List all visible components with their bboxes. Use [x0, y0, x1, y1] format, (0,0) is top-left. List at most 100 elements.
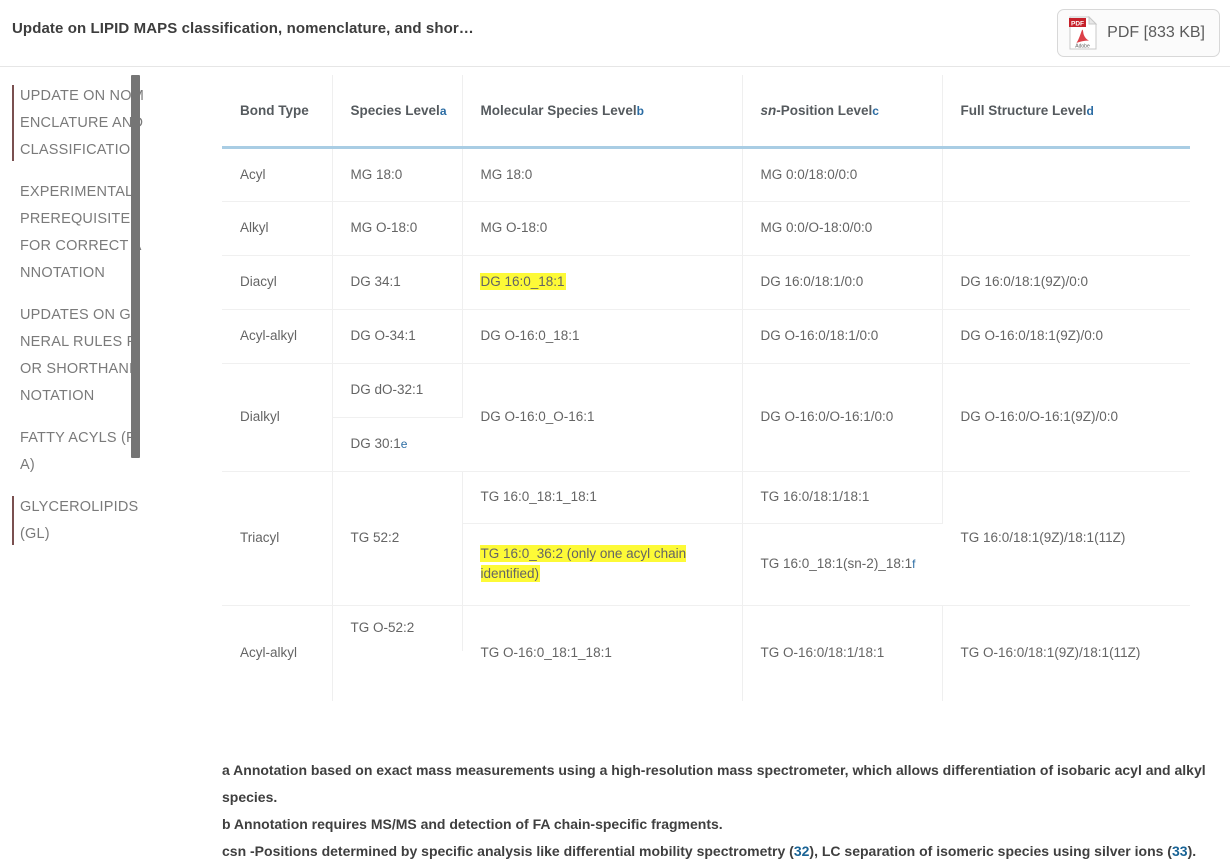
- col-header-bond-type: Bond Type: [222, 75, 333, 149]
- cell-sn-position-level: DG O-16:0/18:1/0:0: [742, 309, 943, 364]
- table-row: Dialkyl DG dO-32:1 DG O-16:0_O-16:1 DG O…: [222, 363, 1190, 472]
- svg-text:PDF: PDF: [1071, 20, 1084, 27]
- sidebar-item-label: FATTY ACYLS (FA): [20, 430, 136, 473]
- cell-molecular-species-level: DG 16:0_18:1: [462, 255, 743, 310]
- col-header-label: Molecular Species Level: [480, 102, 637, 118]
- table-row: Acyl-alkyl TG O-52:2 TG O-16:0_18:1_18:1…: [222, 605, 1190, 701]
- highlight-mark-dg: DG 16:0_18:1: [480, 265, 565, 292]
- cell-species-level: MG O-18:0: [332, 201, 463, 256]
- sidebar-item-label: UPDATES ON GENERAL RULES FOR SHORTHAND N…: [20, 307, 141, 404]
- cell-molecular-species-level: TG 16:0_36:2 (only one acyl chain identi…: [462, 523, 743, 606]
- table-body: Acyl MG 18:0 MG 18:0 MG 0:0/18:0/0:0 Alk…: [222, 147, 1190, 701]
- cell-sn-position-level: TG O-16:0/18:1/18:1: [742, 605, 943, 701]
- footnote-c-middle: ), LC separation of isomeric species usi…: [809, 843, 1172, 859]
- cell-sn-position-level: MG 0:0/O-18:0/0:0: [742, 201, 943, 256]
- cell-molecular-species-level: MG O-18:0: [462, 201, 743, 256]
- col-header-species-level: Species Levela: [332, 75, 463, 149]
- cell-species-level: DG O-34:1: [332, 309, 463, 364]
- cell-sn-position-level: DG 16:0/18:1/0:0: [742, 255, 943, 310]
- svg-text:Adobe: Adobe: [1075, 43, 1090, 49]
- table-row: Diacyl DG 34:1 DG 16:0_18:1 DG 16:0/18:1…: [222, 255, 1190, 310]
- sidebar-item-update-on-nomenclature-and-classification[interactable]: UPDATE ON NOMENCLATURE AND CLASSIFICATIO…: [0, 83, 150, 164]
- page-title: Update on LIPID MAPS classification, nom…: [12, 20, 474, 37]
- cell-sn-position-level: MG 0:0/18:0/0:0: [742, 147, 943, 202]
- cell-species-level: DG 30:1e: [332, 417, 462, 472]
- col-header-label: Species Level: [350, 102, 440, 118]
- table-row: Acyl MG 18:0 MG 18:0 MG 0:0/18:0/0:0: [222, 147, 1190, 202]
- main-content: UPDATE ON NOMENCLATURE AND CLASSIFICATIO…: [0, 67, 1230, 859]
- table-header-row: Bond Type Species Levela Molecular Speci…: [222, 75, 1190, 149]
- table-row: Alkyl MG O-18:0 MG O-18:0 MG 0:0/O-18:0/…: [222, 201, 1190, 256]
- footnote-a: a Annotation based on exact mass measure…: [222, 762, 1206, 805]
- footnote-b: b Annotation requires MS/MS and detectio…: [222, 816, 723, 832]
- footnote-marker-a[interactable]: a: [440, 104, 447, 118]
- pdf-download-button[interactable]: PDF Adobe PDF [833 KB]: [1057, 9, 1220, 57]
- sidebar-item-fatty-acyls[interactable]: FATTY ACYLS (FA): [0, 425, 150, 479]
- cell-sn-position-level: TG 16:0_18:1(sn-2)_18:1f: [742, 523, 942, 606]
- sidebar-item-updates-on-general-rules[interactable]: UPDATES ON GENERAL RULES FOR SHORTHAND N…: [0, 302, 150, 410]
- cell-bond-type: Acyl-alkyl: [222, 605, 333, 701]
- sidebar-item-label: EXPERIMENTAL PREREQUISITES FOR CORRECT A…: [20, 184, 142, 281]
- cell-bond-type: Acyl: [222, 147, 333, 202]
- cell-molecular-species-level: DG O-16:0_18:1: [462, 309, 743, 364]
- table-header: Bond Type Species Levela Molecular Speci…: [222, 75, 1190, 149]
- col-header-full-structure-level: Full Structure Leveld: [942, 75, 1190, 149]
- footnote-c-prefix: csn -Positions determined by specific an…: [222, 843, 794, 859]
- cell-bond-type: Acyl-alkyl: [222, 309, 333, 364]
- top-bar: Update on LIPID MAPS classification, nom…: [0, 0, 1230, 67]
- cell-species-level: DG dO-32:1: [332, 363, 463, 418]
- col-header-italic-prefix: sn: [760, 102, 777, 118]
- cell-species-level: TG 52:2: [332, 471, 463, 606]
- cell-sn-position-level: DG O-16:0/O-16:1/0:0: [742, 363, 943, 472]
- footnote-marker-c[interactable]: c: [872, 104, 879, 118]
- cell-bond-type: Diacyl: [222, 255, 333, 310]
- cell-molecular-species-level: MG 18:0: [462, 147, 743, 202]
- sidebar-scrollbar[interactable]: [131, 75, 140, 458]
- footnote-marker-f[interactable]: f: [912, 557, 915, 571]
- footnote-c-suffix: ).: [1187, 843, 1197, 859]
- cell-bond-type: Dialkyl: [222, 363, 333, 472]
- cell-molecular-species-level: TG O-16:0_18:1_18:1: [462, 605, 743, 701]
- cell-full-structure-level: [942, 201, 1190, 256]
- cell-bond-type: Triacyl: [222, 471, 333, 606]
- cell-species-level: TG O-52:2: [332, 605, 463, 651]
- footnote-marker-e[interactable]: e: [401, 437, 408, 451]
- cell-species-level: DG 34:1: [332, 255, 463, 310]
- footnote-marker-b[interactable]: b: [637, 104, 644, 118]
- col-header-label: Bond Type: [240, 102, 309, 118]
- table-footnotes: a Annotation based on exact mass measure…: [222, 757, 1212, 865]
- cell-full-structure-level: TG 16:0/18:1(9Z)/18:1(11Z): [942, 471, 1190, 606]
- reference-link-32[interactable]: 32: [794, 843, 810, 859]
- col-header-sn-position-level: sn-Position Levelc: [742, 75, 943, 149]
- cell-text: DG 30:1: [350, 436, 401, 451]
- lipid-table-container: Bond Type Species Levela Molecular Speci…: [222, 75, 1210, 742]
- sidebar-item-label: GLYCEROLIPIDS (GL): [20, 499, 139, 542]
- col-header-molecular-species-level: Molecular Species Levelb: [462, 75, 743, 149]
- footnote-marker-d[interactable]: d: [1087, 104, 1094, 118]
- cell-molecular-species-level: TG 16:0_18:1_18:1: [462, 471, 743, 524]
- cell-species-level: [332, 651, 462, 701]
- sidebar-item-experimental-prerequisites[interactable]: EXPERIMENTAL PREREQUISITES FOR CORRECT A…: [0, 179, 150, 287]
- lipid-nomenclature-table: Bond Type Species Levela Molecular Speci…: [222, 75, 1190, 701]
- cell-text: DG 16:0_18:1: [480, 274, 565, 289]
- cell-full-structure-level: DG 16:0/18:1(9Z)/0:0: [942, 255, 1190, 310]
- col-header-label-rest: -Position Level: [776, 102, 873, 118]
- pdf-adobe-icon: PDF Adobe: [1068, 15, 1098, 50]
- col-header-label: Full Structure Level: [960, 102, 1087, 118]
- cell-molecular-species-level: DG O-16:0_O-16:1: [462, 363, 743, 472]
- cell-bond-type: Alkyl: [222, 201, 333, 256]
- cell-full-structure-level: [942, 147, 1190, 202]
- cell-full-structure-level: DG O-16:0/18:1(9Z)/0:0: [942, 309, 1190, 364]
- highlight-mark-tg: TG 16:0_36:2 (only one acyl chain identi…: [480, 544, 728, 584]
- pdf-button-label: PDF [833 KB]: [1107, 24, 1205, 41]
- table-row: Acyl-alkyl DG O-34:1 DG O-16:0_18:1 DG O…: [222, 309, 1190, 364]
- sidebar-nav: UPDATE ON NOMENCLATURE AND CLASSIFICATIO…: [0, 67, 150, 817]
- sidebar-item-glycerolipids[interactable]: GLYCEROLIPIDS (GL): [0, 494, 150, 548]
- cell-species-level: MG 18:0: [332, 147, 463, 202]
- cell-text: TG 16:0_18:1(sn-2)_18:1: [760, 556, 913, 571]
- cell-sn-position-level: TG 16:0/18:1/18:1: [742, 471, 943, 524]
- cell-text: TG 16:0_36:2 (only one acyl chain identi…: [480, 546, 687, 581]
- sidebar-item-label: UPDATE ON NOMENCLATURE AND CLASSIFICATIO…: [20, 88, 144, 158]
- reference-link-33[interactable]: 33: [1172, 843, 1188, 859]
- cell-full-structure-level: TG O-16:0/18:1(9Z)/18:1(11Z): [942, 605, 1190, 701]
